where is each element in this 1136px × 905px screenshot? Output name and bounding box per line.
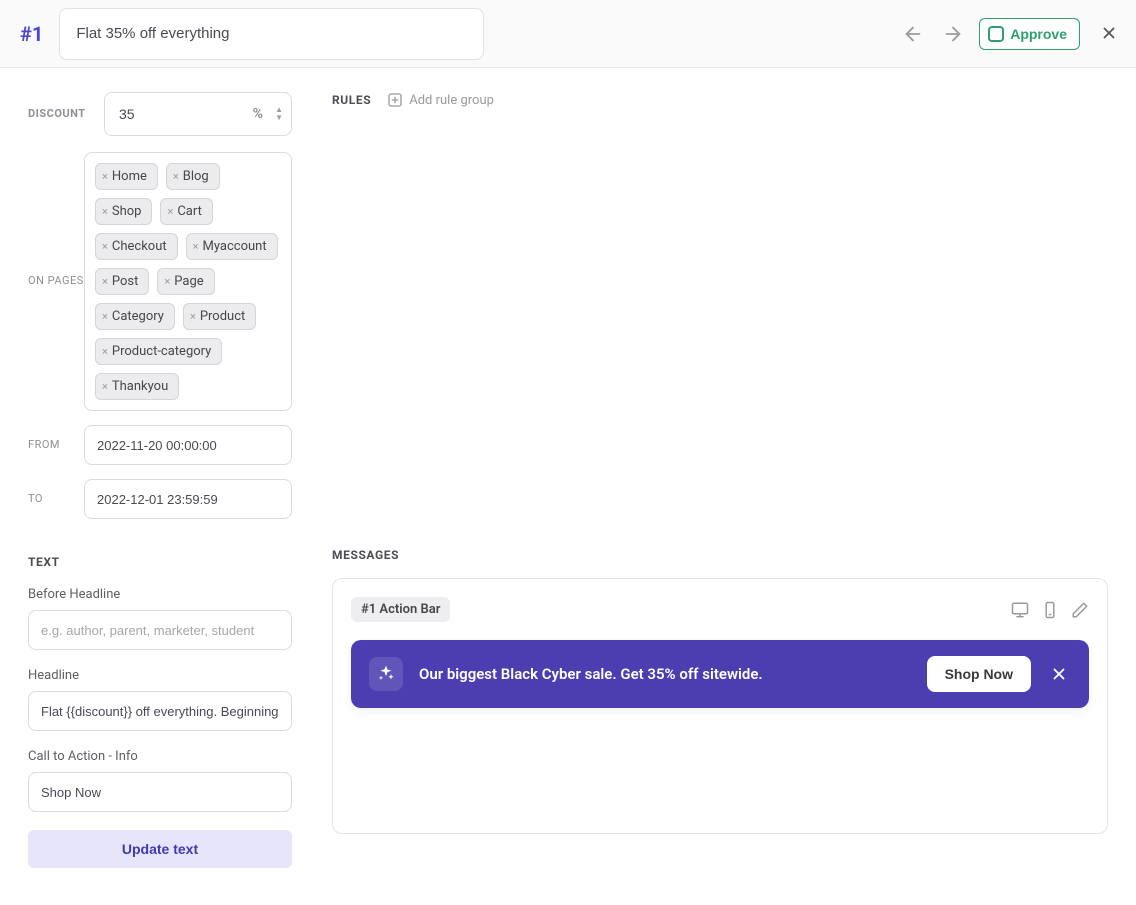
- edit-message-button[interactable]: [1071, 601, 1089, 619]
- mobile-preview-button[interactable]: [1041, 601, 1059, 619]
- from-label: FROM: [28, 425, 84, 465]
- page-tag[interactable]: × Checkout: [95, 233, 178, 260]
- discount-input[interactable]: [105, 93, 291, 135]
- close-icon: [1100, 24, 1118, 42]
- remove-tag-icon[interactable]: ×: [164, 276, 170, 287]
- remove-tag-icon[interactable]: ×: [102, 241, 108, 252]
- page-tag[interactable]: × Home: [95, 163, 158, 190]
- text-section-title: TEXT: [28, 555, 292, 569]
- approve-button[interactable]: Approve: [979, 18, 1080, 50]
- tag-label: Product-category: [112, 344, 211, 359]
- arrow-left-icon: [902, 23, 924, 45]
- before-headline-label: Before Headline: [28, 587, 292, 602]
- cta-label: Call to Action - Info: [28, 749, 292, 764]
- remove-tag-icon[interactable]: ×: [102, 311, 108, 322]
- settings-panel: DISCOUNT % ▲▼ ON PAGES × Home × Blog × Shop × C…: [28, 92, 292, 868]
- mobile-icon: [1041, 601, 1059, 619]
- page-tag[interactable]: × Blog: [166, 163, 220, 190]
- tag-label: Shop: [112, 204, 142, 219]
- checkbox-icon: [988, 26, 1004, 42]
- on-pages-label: ON PAGES: [28, 274, 84, 288]
- remove-tag-icon[interactable]: ×: [173, 171, 179, 182]
- message-chip[interactable]: #1 Action Bar: [351, 597, 450, 622]
- to-label: TO: [28, 479, 84, 519]
- sparkle-icon: [376, 664, 396, 684]
- variant-number: #1: [20, 22, 43, 46]
- approve-label: Approve: [1010, 26, 1067, 42]
- plus-square-icon: [387, 92, 403, 108]
- tag-label: Product: [200, 309, 245, 324]
- editor-header: #1 Approve: [0, 0, 1136, 68]
- tag-label: Cart: [177, 204, 202, 219]
- page-tag[interactable]: × Cart: [160, 198, 212, 225]
- arrow-right-icon: [942, 23, 964, 45]
- tag-label: Myaccount: [203, 239, 267, 254]
- tag-label: Category: [112, 309, 164, 324]
- number-stepper[interactable]: ▲▼: [275, 106, 283, 122]
- page-tag[interactable]: × Page: [157, 268, 214, 295]
- campaign-title-input[interactable]: [59, 8, 484, 60]
- remove-tag-icon[interactable]: ×: [167, 206, 173, 217]
- tag-label: Home: [112, 169, 147, 184]
- preview-panel: RULES Add rule group MESSAGES #1 Action …: [332, 92, 1108, 868]
- cta-input[interactable]: [28, 772, 292, 812]
- rules-title: RULES: [332, 93, 371, 107]
- from-date-input[interactable]: [84, 425, 292, 465]
- page-tag[interactable]: × Myaccount: [186, 233, 278, 260]
- add-rule-group-label: Add rule group: [409, 93, 494, 108]
- remove-tag-icon[interactable]: ×: [102, 206, 108, 217]
- before-headline-input[interactable]: [28, 610, 292, 650]
- page-tag[interactable]: × Post: [95, 268, 149, 295]
- headline-label: Headline: [28, 668, 292, 683]
- page-tag[interactable]: × Product: [183, 303, 256, 330]
- desktop-preview-button[interactable]: [1011, 601, 1029, 619]
- messages-title: MESSAGES: [332, 548, 1108, 562]
- close-icon: [1050, 665, 1068, 683]
- add-rule-group-button[interactable]: Add rule group: [387, 92, 494, 108]
- page-tag[interactable]: × Thankyou: [95, 373, 179, 400]
- remove-tag-icon[interactable]: ×: [102, 276, 108, 287]
- page-tag[interactable]: × Product-category: [95, 338, 222, 365]
- prev-arrow-button[interactable]: [899, 20, 927, 48]
- page-tag[interactable]: × Category: [95, 303, 175, 330]
- page-tag[interactable]: × Shop: [95, 198, 152, 225]
- tag-label: Thankyou: [112, 379, 168, 394]
- headline-input[interactable]: [28, 691, 292, 731]
- remove-tag-icon[interactable]: ×: [193, 241, 199, 252]
- tag-label: Blog: [183, 169, 209, 184]
- tag-label: Checkout: [112, 239, 167, 254]
- to-date-input[interactable]: [84, 479, 292, 519]
- desktop-icon: [1011, 601, 1029, 619]
- pencil-icon: [1071, 601, 1089, 619]
- banner-text: Our biggest Black Cyber sale. Get 35% of…: [419, 665, 911, 683]
- discount-label: DISCOUNT: [28, 107, 104, 121]
- remove-tag-icon[interactable]: ×: [102, 381, 108, 392]
- action-bar-preview: Our biggest Black Cyber sale. Get 35% of…: [351, 640, 1089, 708]
- banner-cta-button[interactable]: Shop Now: [927, 656, 1031, 692]
- remove-tag-icon[interactable]: ×: [102, 346, 108, 357]
- update-text-button[interactable]: Update text: [28, 830, 292, 868]
- tag-label: Page: [174, 274, 203, 289]
- next-arrow-button[interactable]: [939, 20, 967, 48]
- on-pages-tags[interactable]: ×Home×Blog×Shop×Cart×Checkout×Myaccount×…: [84, 152, 292, 411]
- sparkle-badge: [369, 657, 403, 691]
- close-editor-button[interactable]: [1100, 24, 1120, 44]
- remove-tag-icon[interactable]: ×: [190, 311, 196, 322]
- tag-label: Post: [112, 274, 139, 289]
- messages-card: #1 Action Bar Our biggest: [332, 578, 1108, 834]
- discount-unit: %: [253, 106, 263, 122]
- banner-close-button[interactable]: [1047, 662, 1071, 686]
- chevron-down-icon[interactable]: ▼: [275, 114, 283, 122]
- remove-tag-icon[interactable]: ×: [102, 171, 108, 182]
